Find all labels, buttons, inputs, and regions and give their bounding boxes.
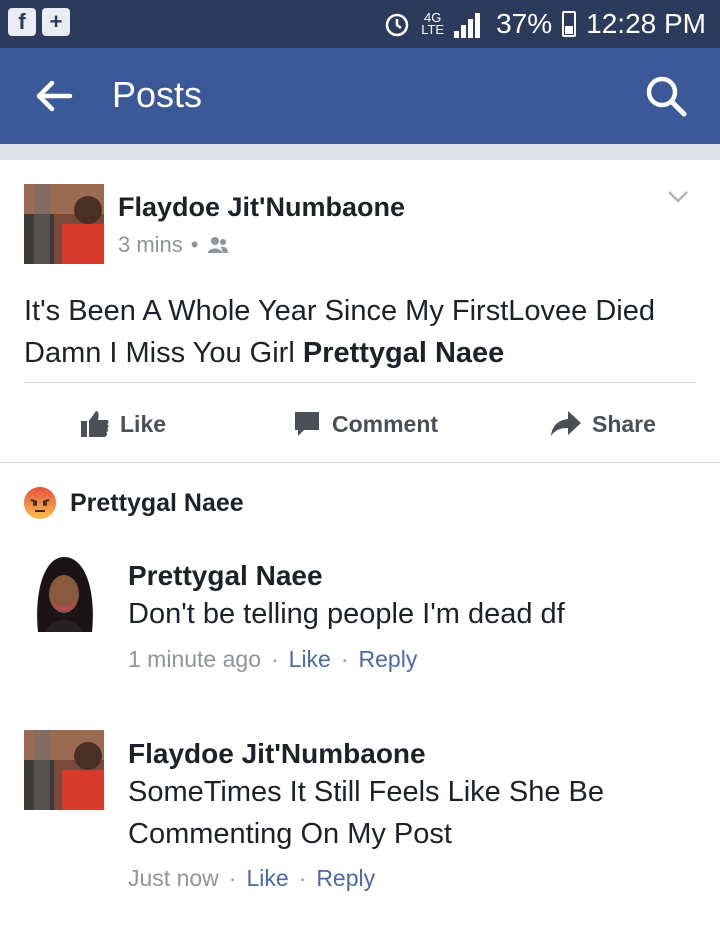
post-actions: Like Comment Share: [0, 394, 720, 454]
share-button[interactable]: Share: [550, 394, 656, 454]
comment-meta: 1 minute ago · Like · Reply: [128, 646, 417, 673]
commenter-avatar[interactable]: [24, 552, 104, 632]
friends-audience-icon: [207, 237, 228, 253]
reactor-name: Prettygal Naee: [70, 488, 244, 517]
status-bar: f + 4G LTE 37% 12:28 PM: [0, 0, 720, 48]
share-arrow-icon: [551, 411, 581, 436]
post-time[interactable]: 3 mins: [118, 232, 183, 258]
author-avatar[interactable]: [24, 184, 104, 264]
comment-text: Don't be telling people I'm dead df: [128, 598, 565, 630]
alarm-icon: [385, 13, 409, 37]
feed-gap: [0, 144, 720, 160]
post-author[interactable]: Flaydoe Jit'Numbaone: [118, 192, 405, 223]
separator-dot: •: [190, 232, 199, 257]
comment-reply-link[interactable]: Reply: [316, 865, 375, 892]
comment-time: Just now: [128, 865, 219, 891]
comment-author[interactable]: Flaydoe Jit'Numbaone: [128, 738, 426, 770]
thumbs-up-icon: [81, 411, 109, 437]
notification-icons: f +: [8, 8, 70, 36]
signal-icon: [454, 10, 486, 38]
separator-dot: ·: [340, 646, 349, 672]
angry-reaction-icon: [24, 487, 56, 519]
separator-dot: ·: [228, 865, 237, 891]
page-title: Posts: [112, 74, 203, 115]
battery-percent: 37%: [496, 8, 553, 39]
comment-text: SomeTimes It Still Feels Like She Be Com…: [128, 776, 604, 850]
comment-like-link[interactable]: Like: [289, 646, 331, 673]
chevron-down-icon[interactable]: [666, 184, 690, 208]
back-arrow-icon[interactable]: [30, 72, 78, 120]
separator-dot: ·: [270, 646, 279, 672]
battery-icon: [562, 11, 577, 37]
facebook-notification-icon: f: [8, 8, 36, 36]
actions-divider: [0, 462, 720, 463]
search-icon[interactable]: [642, 72, 690, 120]
post-meta: 3 mins •: [118, 232, 229, 258]
commenter-avatar[interactable]: [24, 730, 104, 810]
comment-author[interactable]: Prettygal Naee: [128, 560, 323, 592]
add-notification-icon: +: [42, 8, 70, 36]
network-type: 4G LTE: [421, 10, 445, 37]
comment-meta: Just now · Like · Reply: [128, 865, 375, 892]
comment-reply-link[interactable]: Reply: [359, 646, 418, 673]
post-divider: [24, 382, 696, 383]
post-text: It's Been A Whole Year Since My FirstLov…: [24, 295, 655, 369]
comment-bubble-icon: [295, 412, 319, 436]
reaction-row[interactable]: Prettygal Naee: [24, 485, 244, 521]
tagged-person[interactable]: Prettygal Naee: [303, 337, 505, 369]
comment-time: 1 minute ago: [128, 646, 261, 672]
comment-button[interactable]: Comment: [292, 394, 438, 454]
like-button[interactable]: Like: [80, 394, 166, 454]
clock: 12:28 PM: [586, 8, 706, 39]
comment-like-link[interactable]: Like: [246, 865, 288, 892]
status-icons: 4G LTE 37% 12:28 PM: [383, 6, 706, 42]
separator-dot: ·: [298, 865, 307, 891]
app-bar: Posts: [0, 48, 720, 144]
